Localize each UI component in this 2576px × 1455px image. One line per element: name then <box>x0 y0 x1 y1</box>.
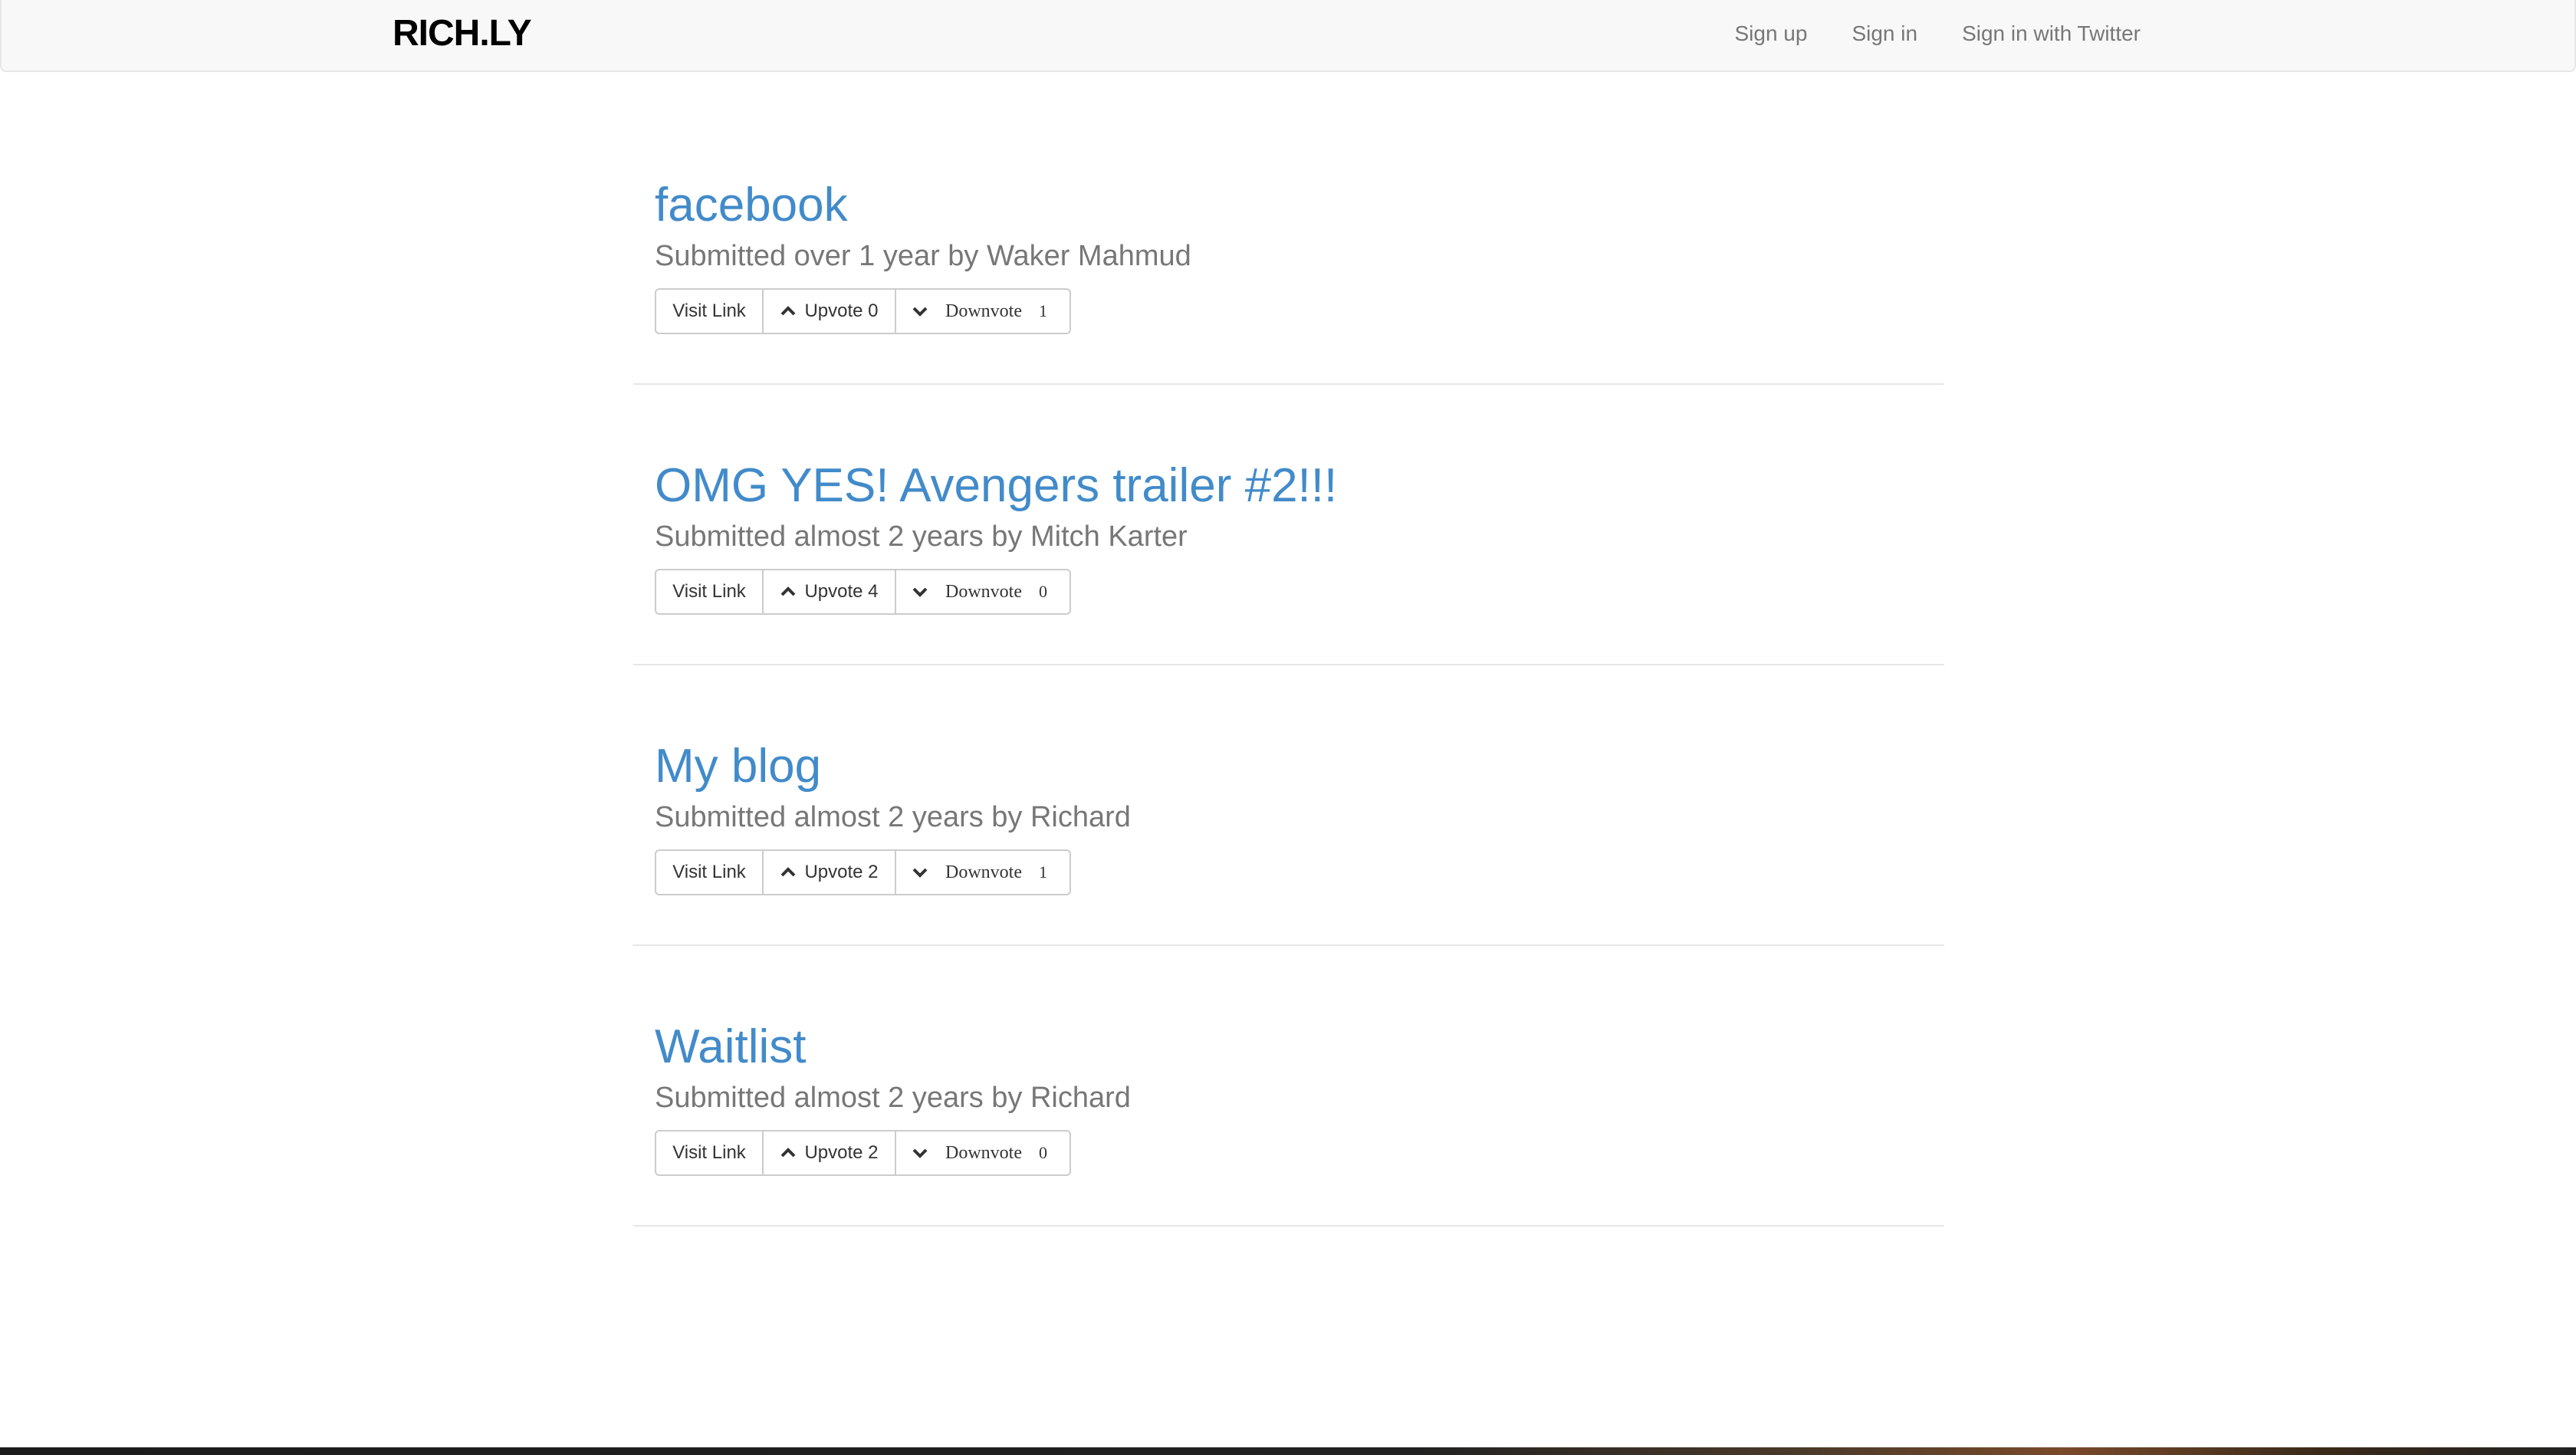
upvote-label: Upvote 2 <box>804 862 879 882</box>
chevron-down-icon <box>912 1145 928 1161</box>
post-title[interactable]: OMG YES! Avengers trailer #2!!! <box>655 454 1337 518</box>
upvote-label: Upvote 4 <box>804 581 879 602</box>
post-item: facebook Submitted over 1 year by Waker … <box>633 173 1944 385</box>
downvote-count: 1 <box>1038 301 1047 320</box>
downvote-button[interactable]: Downvote 0 <box>896 1131 1070 1174</box>
post-actions: Visit Link Upvote 0 Downvote 1 <box>655 288 1071 334</box>
visit-link-button[interactable]: Visit Link <box>656 1131 764 1174</box>
sign-in-twitter-link[interactable]: Sign in with Twitter <box>1962 18 2141 49</box>
chevron-up-icon <box>780 1145 797 1161</box>
post-meta: Submitted almost 2 years by Mitch Karter <box>655 521 1188 553</box>
post-actions: Visit Link Upvote 2 Downvote 0 <box>655 1130 1071 1176</box>
chevron-up-icon <box>780 864 797 881</box>
post-meta: Submitted over 1 year by Waker Mahmud <box>655 240 1191 272</box>
post-item: Waitlist Submitted almost 2 years by Ric… <box>633 1015 1944 1227</box>
brand-logo[interactable]: RICH.LY <box>393 11 532 57</box>
visit-link-button[interactable]: Visit Link <box>656 570 764 613</box>
downvote-count: 0 <box>1038 582 1047 601</box>
chevron-down-icon <box>912 864 928 881</box>
navbar: RICH.LY Sign up Sign in Sign in with Twi… <box>0 0 2576 72</box>
upvote-label: Upvote 2 <box>804 1142 879 1163</box>
post-item: OMG YES! Avengers trailer #2!!! Submitte… <box>633 454 1944 665</box>
downvote-count: 0 <box>1038 1143 1047 1162</box>
post-meta: Submitted almost 2 years by Richard <box>655 1082 1131 1114</box>
desktop-background-strip <box>0 1447 2576 1455</box>
downvote-button[interactable]: Downvote 1 <box>896 290 1070 333</box>
post-item: My blog Submitted almost 2 years by Rich… <box>633 734 1944 946</box>
downvote-button[interactable]: Downvote 0 <box>896 570 1070 613</box>
upvote-button[interactable]: Upvote 0 <box>764 290 896 333</box>
post-actions: Visit Link Upvote 4 Downvote 0 <box>655 569 1071 615</box>
post-meta: Submitted almost 2 years by Richard <box>655 801 1131 833</box>
downvote-count: 1 <box>1038 862 1047 882</box>
post-title[interactable]: Waitlist <box>655 1015 806 1079</box>
sign-up-link[interactable]: Sign up <box>1734 18 1807 49</box>
upvote-button[interactable]: Upvote 2 <box>764 1131 896 1174</box>
visit-link-button[interactable]: Visit Link <box>656 290 764 333</box>
downvote-label: Downvote <box>945 301 1022 321</box>
post-actions: Visit Link Upvote 2 Downvote 1 <box>655 849 1071 895</box>
chevron-up-icon <box>780 303 797 320</box>
chevron-down-icon <box>912 583 928 600</box>
upvote-label: Upvote 0 <box>804 301 879 321</box>
post-title[interactable]: facebook <box>655 173 848 238</box>
upvote-button[interactable]: Upvote 2 <box>764 851 896 894</box>
post-title[interactable]: My blog <box>655 734 821 799</box>
visit-link-button[interactable]: Visit Link <box>656 851 764 894</box>
chevron-up-icon <box>780 583 797 600</box>
sign-in-link[interactable]: Sign in <box>1852 18 1917 49</box>
chevron-down-icon <box>912 303 928 320</box>
nav-links: Sign up Sign in Sign in with Twitter <box>1734 18 2141 49</box>
downvote-label: Downvote <box>945 1142 1022 1163</box>
downvote-label: Downvote <box>945 581 1022 602</box>
upvote-button[interactable]: Upvote 4 <box>764 570 896 613</box>
downvote-button[interactable]: Downvote 1 <box>896 851 1070 894</box>
downvote-label: Downvote <box>945 862 1022 882</box>
